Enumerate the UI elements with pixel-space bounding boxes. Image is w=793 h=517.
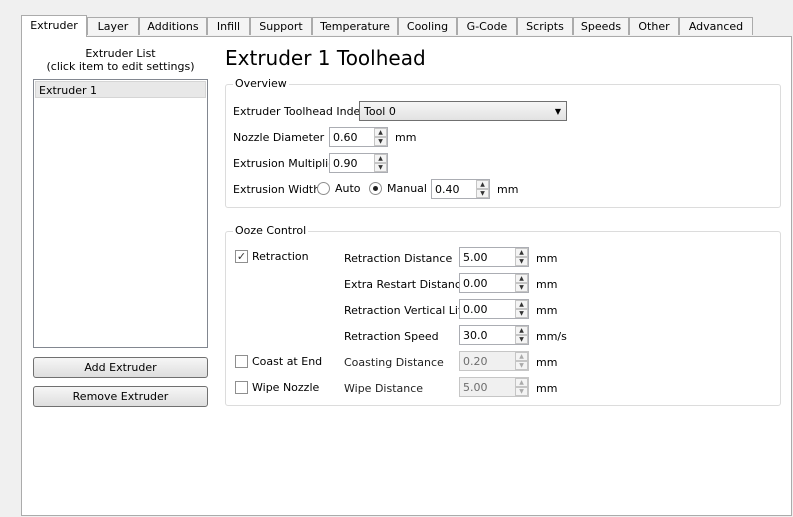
auto-radio[interactable] — [317, 182, 330, 195]
spin-up-icon[interactable]: ▲ — [515, 352, 528, 361]
toolhead-index-value: Tool 0 — [364, 105, 396, 118]
retraction-label: Retraction — [252, 250, 309, 263]
extrusion-width-unit: mm — [497, 183, 519, 196]
tab-layer[interactable]: Layer — [87, 17, 139, 35]
extra-restart-distance-label: Extra Restart Distance — [344, 278, 468, 291]
retraction-distance-unit: mm — [536, 252, 558, 265]
extra-restart-distance-value: 0.00 — [463, 277, 488, 290]
retraction-speed-spinbox[interactable]: 30.0 ▲ ▼ — [459, 325, 529, 345]
radio-selected-icon — [373, 186, 378, 191]
spin-down-icon[interactable]: ▼ — [515, 361, 528, 370]
tab-temperature[interactable]: Temperature — [312, 17, 398, 35]
remove-extruder-button[interactable]: Remove Extruder — [33, 386, 208, 407]
extruder-list-hint: (click item to edit settings) — [46, 60, 195, 73]
coasting-distance-label: Coasting Distance — [344, 356, 444, 369]
tab-support[interactable]: Support — [250, 17, 312, 35]
overview-group-title: Overview — [233, 77, 289, 90]
spin-down-icon[interactable]: ▼ — [374, 163, 387, 172]
tab-other[interactable]: Other — [629, 17, 679, 35]
extruder-list-item[interactable]: Extruder 1 — [35, 81, 206, 98]
nozzle-diameter-unit: mm — [395, 131, 417, 144]
coasting-distance-unit: mm — [536, 356, 558, 369]
nozzle-diameter-value: 0.60 — [333, 131, 358, 144]
tab-speeds[interactable]: Speeds — [573, 17, 629, 35]
spin-up-icon[interactable]: ▲ — [515, 300, 528, 309]
nozzle-diameter-spinbox[interactable]: 0.60 ▲ ▼ — [329, 127, 388, 147]
extrusion-width-label: Extrusion Width — [233, 183, 321, 196]
spin-down-icon[interactable]: ▼ — [476, 189, 489, 198]
tab-additions[interactable]: Additions — [139, 17, 207, 35]
tab-infill[interactable]: Infill — [207, 17, 250, 35]
wipe-distance-spinbox[interactable]: 5.00 ▲ ▼ — [459, 377, 529, 397]
toolhead-index-label: Extruder Toolhead Index — [233, 105, 367, 118]
spin-down-icon[interactable]: ▼ — [515, 257, 528, 266]
tab-scripts[interactable]: Scripts — [517, 17, 573, 35]
retraction-speed-unit: mm/s — [536, 330, 567, 343]
coast-at-end-checkbox[interactable] — [235, 355, 248, 368]
retraction-vertical-lift-unit: mm — [536, 304, 558, 317]
ooze-control-group-title: Ooze Control — [233, 224, 309, 237]
coast-at-end-label: Coast at End — [252, 355, 323, 368]
spin-up-icon[interactable]: ▲ — [374, 128, 387, 137]
spin-up-icon[interactable]: ▲ — [374, 154, 387, 163]
spin-down-icon[interactable]: ▼ — [374, 137, 387, 146]
wipe-distance-label: Wipe Distance — [344, 382, 424, 395]
retraction-distance-spinbox[interactable]: 5.00 ▲ ▼ — [459, 247, 529, 267]
manual-radio-label: Manual — [387, 182, 427, 195]
retraction-distance-value: 5.00 — [463, 251, 488, 264]
spin-down-icon[interactable]: ▼ — [515, 335, 528, 344]
add-extruder-button[interactable]: Add Extruder — [33, 357, 208, 378]
retraction-vertical-lift-label: Retraction Vertical Lift — [344, 304, 466, 317]
toolhead-index-select[interactable]: Tool 0 ▼ — [359, 101, 567, 121]
chevron-down-icon: ▼ — [554, 107, 561, 116]
spin-up-icon[interactable]: ▲ — [515, 248, 528, 257]
extrusion-width-spinbox[interactable]: 0.40 ▲ ▼ — [431, 179, 490, 199]
extra-restart-distance-spinbox[interactable]: 0.00 ▲ ▼ — [459, 273, 529, 293]
tab-extruder[interactable]: Extruder — [21, 15, 87, 37]
extruder-list[interactable]: Extruder 1 — [33, 79, 208, 348]
spin-up-icon[interactable]: ▲ — [515, 326, 528, 335]
retraction-checkbox[interactable]: ✓ — [235, 250, 248, 263]
retraction-vertical-lift-spinbox[interactable]: 0.00 ▲ ▼ — [459, 299, 529, 319]
coasting-distance-value: 0.20 — [463, 355, 488, 368]
extrusion-multiplier-label: Extrusion Multiplier — [233, 157, 340, 170]
retraction-vertical-lift-value: 0.00 — [463, 303, 488, 316]
extra-restart-distance-unit: mm — [536, 278, 558, 291]
auto-radio-label: Auto — [335, 182, 361, 195]
extruder-tab-panel: Extruder List (click item to edit settin… — [21, 36, 792, 516]
spin-down-icon[interactable]: ▼ — [515, 387, 528, 396]
spin-down-icon[interactable]: ▼ — [515, 283, 528, 292]
retraction-speed-value: 30.0 — [463, 329, 488, 342]
retraction-speed-label: Retraction Speed — [344, 330, 439, 343]
tab-gcode[interactable]: G-Code — [457, 17, 517, 35]
wipe-nozzle-checkbox[interactable] — [235, 381, 248, 394]
extrusion-multiplier-spinbox[interactable]: 0.90 ▲ ▼ — [329, 153, 388, 173]
wipe-distance-value: 5.00 — [463, 381, 488, 394]
spin-up-icon[interactable]: ▲ — [515, 274, 528, 283]
wipe-nozzle-label: Wipe Nozzle — [252, 381, 320, 394]
wipe-distance-unit: mm — [536, 382, 558, 395]
extruder-list-title: Extruder List — [85, 47, 156, 60]
spin-down-icon[interactable]: ▼ — [515, 309, 528, 318]
nozzle-diameter-label: Nozzle Diameter — [233, 131, 325, 144]
extrusion-width-value: 0.40 — [435, 183, 460, 196]
coasting-distance-spinbox[interactable]: 0.20 ▲ ▼ — [459, 351, 529, 371]
manual-radio[interactable] — [369, 182, 382, 195]
checkmark-icon: ✓ — [236, 250, 247, 263]
page-title: Extruder 1 Toolhead — [225, 46, 426, 70]
spin-up-icon[interactable]: ▲ — [476, 180, 489, 189]
retraction-distance-label: Retraction Distance — [344, 252, 453, 265]
tab-advanced[interactable]: Advanced — [679, 17, 753, 35]
spin-up-icon[interactable]: ▲ — [515, 378, 528, 387]
extrusion-multiplier-value: 0.90 — [333, 157, 358, 170]
tab-cooling[interactable]: Cooling — [398, 17, 457, 35]
